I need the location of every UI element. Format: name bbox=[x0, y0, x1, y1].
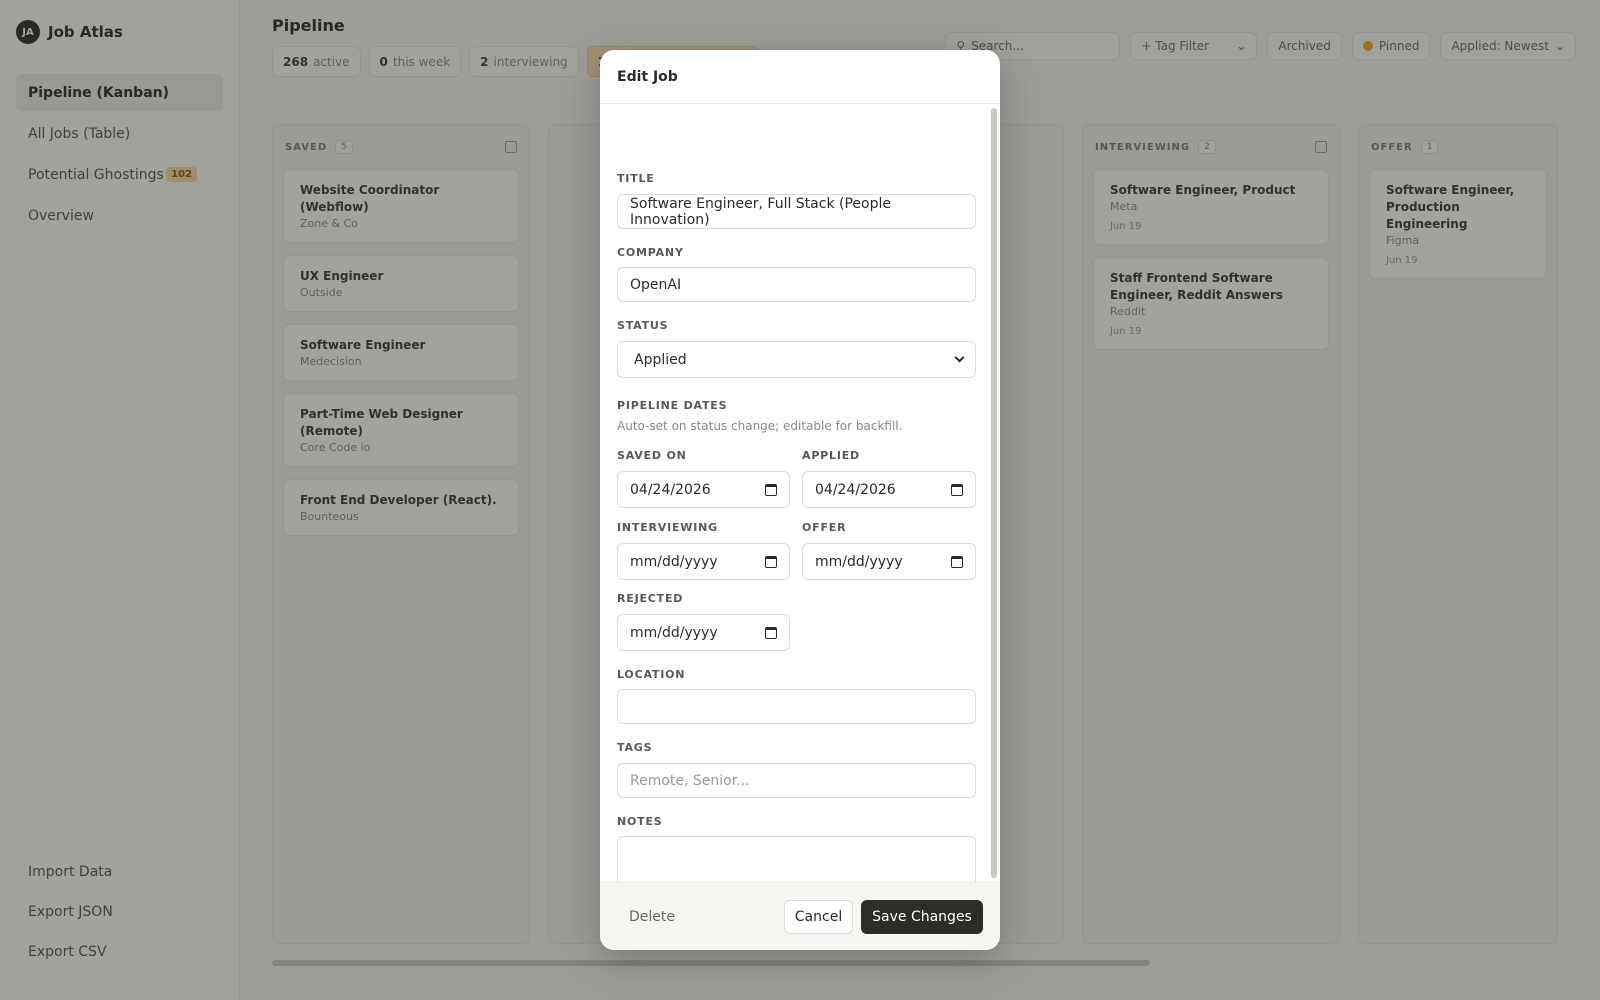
modal-title: Edit Job bbox=[617, 68, 678, 85]
interviewing-date-input[interactable]: mm/dd/yyyy bbox=[617, 543, 790, 580]
modal-form: TITLE Software Engineer, Full Stack (Peo… bbox=[600, 104, 1000, 908]
status-label: STATUS bbox=[617, 319, 669, 332]
calendar-icon[interactable] bbox=[951, 483, 963, 496]
title-label: TITLE bbox=[617, 172, 655, 185]
cancel-button[interactable]: Cancel bbox=[784, 900, 853, 934]
modal-scrollbar[interactable] bbox=[991, 108, 997, 878]
status-select[interactable]: Applied bbox=[617, 341, 976, 378]
company-label: COMPANY bbox=[617, 246, 684, 259]
title-input[interactable]: Software Engineer, Full Stack (People In… bbox=[617, 194, 976, 229]
calendar-icon[interactable] bbox=[765, 555, 777, 568]
saved-on-label: SAVED ON bbox=[617, 449, 687, 462]
edit-job-modal: Edit Job TITLE Software Engineer, Full S… bbox=[600, 50, 1000, 950]
tags-label: TAGS bbox=[617, 741, 653, 754]
calendar-icon[interactable] bbox=[765, 483, 777, 496]
offer-label: OFFER bbox=[802, 521, 847, 534]
calendar-icon[interactable] bbox=[765, 626, 777, 639]
interviewing-label: INTERVIEWING bbox=[617, 521, 718, 534]
calendar-icon[interactable] bbox=[951, 555, 963, 568]
company-input[interactable]: OpenAI bbox=[617, 267, 976, 302]
pipeline-dates-label: PIPELINE DATES bbox=[617, 399, 728, 412]
pipeline-dates-hint: Auto-set on status change; editable for … bbox=[617, 419, 903, 433]
location-input[interactable] bbox=[617, 689, 976, 724]
modal-header: Edit Job bbox=[600, 50, 1000, 104]
rejected-label: REJECTED bbox=[617, 592, 684, 605]
saved-on-date-input[interactable]: 04/24/2026 bbox=[617, 471, 790, 508]
offer-date-input[interactable]: mm/dd/yyyy bbox=[802, 543, 976, 580]
rejected-date-input[interactable]: mm/dd/yyyy bbox=[617, 614, 790, 651]
location-label: LOCATION bbox=[617, 668, 686, 681]
status-selected-value: Applied bbox=[634, 351, 687, 368]
delete-button[interactable]: Delete bbox=[617, 900, 687, 934]
chevron-down-icon bbox=[954, 352, 965, 363]
tags-input[interactable]: Remote, Senior... bbox=[617, 763, 976, 798]
modal-footer: Delete Cancel Save Changes bbox=[600, 882, 1000, 950]
save-changes-button[interactable]: Save Changes bbox=[861, 900, 983, 934]
applied-date-input[interactable]: 04/24/2026 bbox=[802, 471, 976, 508]
notes-label: NOTES bbox=[617, 815, 663, 828]
applied-label: APPLIED bbox=[802, 449, 860, 462]
